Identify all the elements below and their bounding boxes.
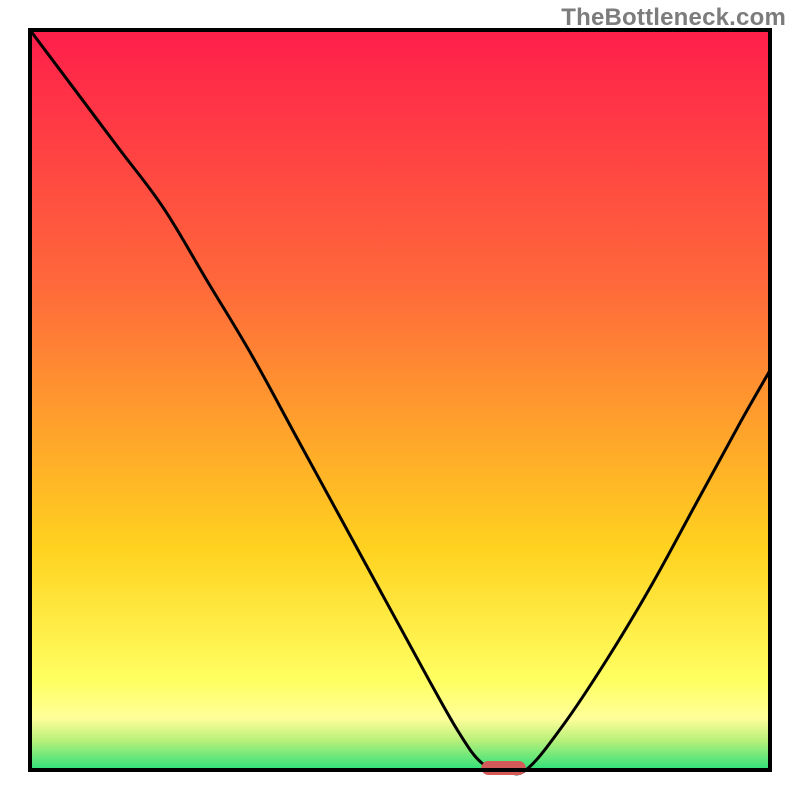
plot-background <box>30 30 770 770</box>
chart-container: TheBottleneck.com <box>0 0 800 800</box>
bottleneck-chart <box>0 0 800 800</box>
